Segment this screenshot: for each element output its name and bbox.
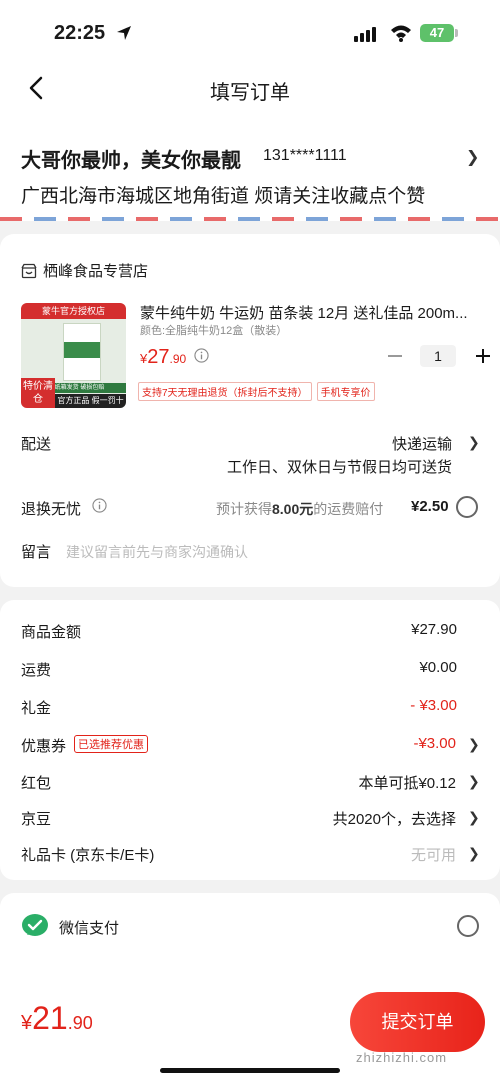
submit-order-button[interactable]: 提交订单 [350,992,485,1052]
gift-money-value: - ¥3.00 [410,697,457,714]
coupon-tag: 已选推荐优惠 [74,735,148,753]
plus-icon[interactable] [476,349,490,363]
watermark: zhizhizhi.com [356,1050,448,1065]
return-worry-free-radio[interactable] [456,496,478,518]
cellular-signal-icon [354,27,376,42]
chevron-right-icon[interactable]: ❯ [468,736,480,753]
chevron-right-icon[interactable]: ❯ [468,845,480,862]
wechat-pay-icon [22,914,48,936]
shipping-fee-value: ¥0.00 [419,659,457,676]
chevron-right-icon[interactable]: ❯ [468,434,480,451]
store-name: 栖峰食品专营店 [43,263,149,280]
home-indicator [160,1068,340,1073]
chevron-right-icon[interactable]: ❯ [468,809,480,826]
tag-mobile-price: 手机专享价 [316,382,375,401]
airmail-border [0,217,500,221]
return-worry-free-desc: 预计获得8.00元的运费赔付 [216,501,384,517]
location-arrow-icon [117,26,131,40]
nav-bar: 填写订单 [0,62,500,114]
tag-return-policy: 支持7天无理由退货（拆封后不支持） [138,382,312,401]
coupon-value[interactable]: -¥3.00 [413,735,456,752]
milk-carton [63,323,101,381]
goods-amount-value: ¥27.90 [411,621,457,638]
gift-card-value[interactable]: 无可用 [411,844,456,865]
quantity-value[interactable]: 1 [420,345,456,367]
address-card[interactable]: 大哥你最帅，美女你最靓 131****1111 ❯ 广西北海市海城区地角街道 烦… [0,114,500,221]
info-icon[interactable] [92,498,107,513]
product-spec[interactable]: 颜色:全脂纯牛奶12盒（散装） [140,322,287,338]
wechat-pay-radio[interactable] [457,915,479,937]
message-label: 留言 [21,544,52,561]
wechat-pay-label[interactable]: 微信支付 [59,917,119,938]
battery-tip [455,29,458,37]
gift-money-label: 礼金 [21,700,52,717]
total-price: ¥21.90 [21,1000,93,1036]
page-title: 填写订单 [210,82,290,104]
price-summary-card: 商品金额 ¥27.90 运费 ¥0.00 礼金 - ¥3.00 优惠券 已选推荐… [0,600,500,880]
product-image[interactable]: 蒙牛官方授权店 加厚纸箱发货 破损包赔 特价清仓 官方正品 假一罚十 [21,303,126,408]
red-packet-label: 红包 [21,775,52,792]
product-price: ¥27.90 [140,346,187,368]
message-input[interactable]: 建议留言前先与商家沟通确认 [66,542,248,562]
address-detail: 广西北海市海城区地角街道 烦请关注收藏点个赞 [21,186,426,207]
wifi-icon [391,25,411,42]
status-bar: 22:25 47 [0,0,500,62]
gift-card-label: 礼品卡 (京东卡/E卡) [21,847,155,864]
product-image-footer: 官方正品 假一罚十 [55,394,126,408]
delivery-method[interactable]: 快递运输 [392,433,452,454]
store-card: 栖峰食品专营店 蒙牛官方授权店 加厚纸箱发货 破损包赔 特价清仓 官方正品 假一… [0,234,500,587]
product-title[interactable]: 蒙牛纯牛奶 牛运奶 苗条装 12月 送礼佳品 200m... [140,302,480,323]
return-worry-free-price: ¥2.50 [411,498,449,515]
goods-amount-label: 商品金额 [21,624,82,641]
quantity-stepper: 1 [388,345,490,367]
checkout-bar: ¥21.90 提交订单 [0,980,500,1083]
jingdou-label: 京豆 [21,811,52,828]
jingdou-value[interactable]: 共2020个，去选择 [333,808,456,829]
product-image-banner: 蒙牛官方授权店 [21,303,126,319]
shipping-fee-label: 运费 [21,662,52,679]
product-tags: 支持7天无理由退货（拆封后不支持） 手机专享价 [138,382,380,401]
recipient-name: 大哥你最帅，美女你最靓 [21,150,241,172]
minus-icon[interactable] [388,355,402,357]
store-icon [21,263,37,278]
store-header[interactable]: 栖峰食品专营店 [21,260,148,281]
delivery-note: 工作日、双休日与节假日均可送货 [226,459,452,476]
red-packet-value[interactable]: 本单可抵¥0.12 [358,772,456,793]
battery-indicator: 47 [420,24,454,42]
chevron-right-icon: ❯ [466,149,480,166]
product-image-badge: 特价清仓 [21,378,55,408]
chevron-right-icon[interactable]: ❯ [468,773,480,790]
status-time: 22:25 [54,22,106,44]
delivery-label: 配送 [21,436,52,453]
return-worry-free-label: 退换无忧 [21,501,82,518]
coupon-label: 优惠券 [21,738,67,755]
info-icon[interactable] [194,348,209,363]
recipient-phone: 131****1111 [263,147,347,164]
